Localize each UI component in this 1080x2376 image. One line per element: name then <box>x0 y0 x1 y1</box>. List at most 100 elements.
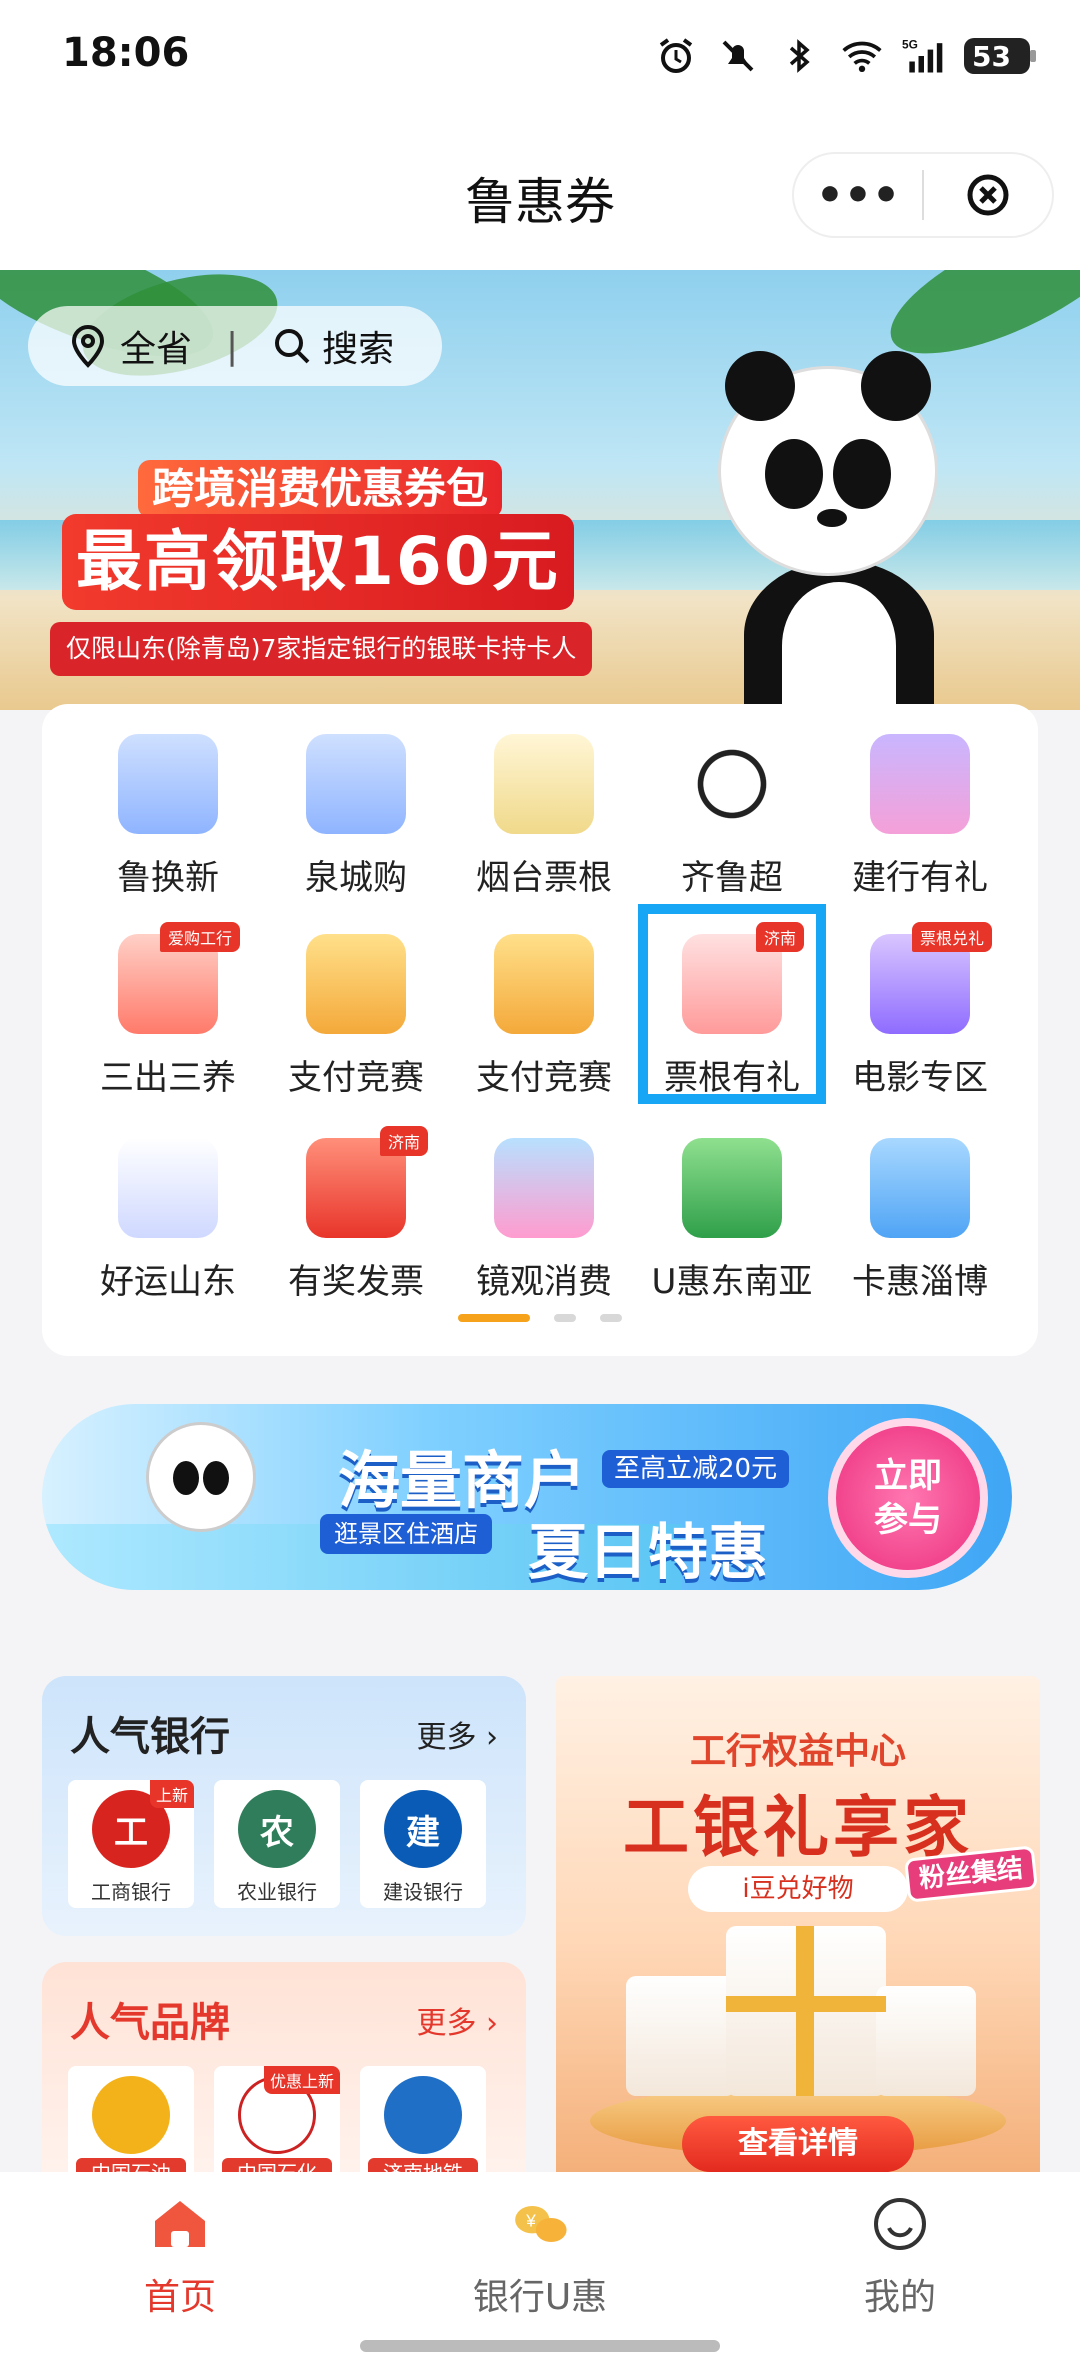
invoice-envelope-icon: 济南 <box>306 1126 428 1238</box>
grid-item-label: 三出三养 <box>100 1058 236 1098</box>
credit-card-icon <box>870 1138 970 1238</box>
tab-mine[interactable]: 我的 <box>780 2194 1020 2320</box>
brand-name: 中国石化 <box>222 2158 332 2172</box>
status-icons: 5G 53 <box>654 34 1036 78</box>
brand-logo-icon <box>92 2076 170 2154</box>
pager-dot[interactable] <box>458 1314 530 1322</box>
panda-ear <box>725 351 795 421</box>
battery-level: 53 <box>972 39 1011 73</box>
panda-mascot-belly <box>782 582 896 710</box>
more-options-button[interactable]: ••• <box>794 154 922 236</box>
wallet-icon <box>494 934 594 1034</box>
grid-pager <box>42 1314 1038 1322</box>
grid-item-label: 烟台票根 <box>476 858 612 898</box>
search-bar[interactable]: 全省 | 搜索 <box>28 306 442 386</box>
grid-item[interactable]: 好运山东 <box>74 1108 262 1308</box>
search-icon <box>275 329 310 364</box>
gift-promo-line1: 工行权益中心 <box>689 1731 906 1772</box>
palm-tree-icon <box>682 1138 782 1238</box>
pager-dot[interactable] <box>600 1314 622 1322</box>
home-indicator[interactable] <box>360 2340 720 2352</box>
brand-tile[interactable]: 中国石油 <box>68 2066 194 2172</box>
wallet-icon <box>306 934 406 1034</box>
bank-logo-icon: 农 <box>238 1790 316 1868</box>
grid-item-label: 支付竞赛 <box>476 1058 612 1098</box>
svg-text:5G: 5G <box>902 38 918 52</box>
bank-building-icon: 爱购工行 <box>118 922 240 1034</box>
home-icon <box>150 2194 210 2254</box>
ribbon-decoration <box>726 1996 886 2012</box>
signal-5g-icon: 5G <box>902 34 946 78</box>
film-icon: 票根兑礼 <box>870 922 992 1034</box>
brands-more-link[interactable]: 更多 › <box>416 1998 498 2042</box>
brand-name: 中国石油 <box>76 2158 186 2172</box>
tab-bank-offers[interactable]: ¥ 银行U惠 <box>420 2194 660 2320</box>
grid-item-label: U惠东南亚 <box>651 1262 813 1302</box>
status-bar: 18:06 5G 53 <box>0 0 1080 120</box>
bank-logo-row: 工工商银行 上新农农业银行建建设银行 <box>68 1780 486 1908</box>
grid-item[interactable]: 济南 票根有礼 <box>638 904 826 1104</box>
grid-item[interactable]: 泉城购 <box>262 704 450 904</box>
promo-new-tag: 优惠上新 <box>263 2066 340 2094</box>
brand-tile[interactable]: 中国石化 优惠上新 <box>214 2066 340 2172</box>
brand-tile[interactable]: 济南地铁 <box>360 2066 486 2172</box>
grid-item[interactable]: 镜观消费 <box>450 1108 638 1308</box>
gift-box-icon <box>626 1976 736 2096</box>
grid-item[interactable]: U惠东南亚 <box>638 1108 826 1308</box>
mini-program-capsule: ••• <box>792 152 1054 238</box>
grid-item[interactable]: 鲁换新 <box>74 704 262 904</box>
region-selector[interactable]: 全省 <box>120 320 192 372</box>
grid-item-label: 票根有礼 <box>664 1058 800 1098</box>
banner-note: 仅限山东(除青岛)7家指定银行的银联卡持卡人 <box>50 622 593 676</box>
grid-item[interactable]: 齐鲁超 <box>638 704 826 904</box>
grid-item[interactable]: 支付竞赛 <box>262 904 450 1104</box>
grid-item-badge: 爱购工行 <box>159 922 240 952</box>
tab-bank-offers-label: 银行U惠 <box>472 2277 608 2318</box>
banner-headline: 最高领取160元 <box>62 514 574 610</box>
summer-promo-banner[interactable]: 海量商户 至高立减20元 逛景区住酒店 夏日特惠 立即参与 <box>42 1404 1012 1590</box>
shuttlecock-icon <box>118 1138 218 1238</box>
join-now-button[interactable]: 立即参与 <box>828 1418 988 1578</box>
tab-mine-label: 我的 <box>863 2277 936 2318</box>
gift-promo-subtitle: i豆兑好物 <box>688 1866 908 1912</box>
panda-mascot <box>718 351 938 576</box>
banks-more-link[interactable]: 更多 › <box>416 1712 498 1756</box>
view-details-button[interactable]: 查看详情 <box>682 2116 914 2172</box>
brand-logo-row: 中国石油 中国石化 优惠上新济南地铁 <box>68 2066 486 2172</box>
promo-subtitle: 逛景区住酒店 <box>320 1514 492 1554</box>
grid-item[interactable]: 爱购工行三出三养 <box>74 904 262 1104</box>
search-label[interactable]: 搜索 <box>322 320 394 372</box>
grid-item[interactable]: 建行有礼 <box>826 704 1014 904</box>
brand-name: 济南地铁 <box>368 2158 478 2172</box>
tab-home[interactable]: 首页 <box>60 2194 300 2320</box>
grid-item[interactable]: 票根兑礼 电影专区 <box>826 904 1014 1104</box>
grid-item[interactable]: 支付竞赛 <box>450 904 638 1104</box>
grid-item[interactable]: 卡惠淄博 <box>826 1108 1014 1308</box>
panda-nose <box>817 509 847 527</box>
location-pin-icon <box>71 325 105 368</box>
bank-logo-icon: 建 <box>384 1790 462 1868</box>
search-divider: | <box>226 325 239 367</box>
grid-item-label: 鲁换新 <box>117 858 219 898</box>
close-button[interactable] <box>924 154 1052 236</box>
grid-item-label: 齐鲁超 <box>681 858 783 898</box>
bank-tile[interactable]: 农农业银行 <box>214 1780 340 1908</box>
grid-row: 好运山东 济南 有奖发票 镜观消费 U惠东南亚 卡惠淄博 <box>42 1108 1038 1308</box>
pager-dot[interactable] <box>554 1314 576 1322</box>
coins-icon: ¥ <box>510 2194 570 2254</box>
bank-tile[interactable]: 工工商银行 上新 <box>68 1780 194 1908</box>
battery-icon: 53 <box>964 38 1036 74</box>
hero-banner[interactable]: 全省 | 搜索 跨境消费优惠券包 最高领取160元 仅限山东(除青岛)7家指定银… <box>0 270 1080 710</box>
bank-tile[interactable]: 建建设银行 <box>360 1780 486 1908</box>
grid-item[interactable]: 济南 有奖发票 <box>262 1108 450 1308</box>
wifi-icon <box>840 34 884 78</box>
popular-banks-card: 人气银行 更多 › 工工商银行 上新农农业银行建建设银行 <box>42 1676 526 1936</box>
panda-eye <box>765 439 823 509</box>
grid-item-label: 好运山东 <box>100 1262 236 1302</box>
join-now-label: 立即参与 <box>874 1456 942 1540</box>
grid-item-label: 镜观消费 <box>476 1262 612 1302</box>
close-icon <box>967 174 1009 216</box>
icbc-gift-promo-card[interactable]: 工行权益中心 工银礼享家 i豆兑好物 粉丝集结 查看详情 <box>556 1676 1040 2172</box>
svg-text:¥: ¥ <box>525 2211 536 2231</box>
grid-item[interactable]: 烟台票根 <box>450 704 638 904</box>
